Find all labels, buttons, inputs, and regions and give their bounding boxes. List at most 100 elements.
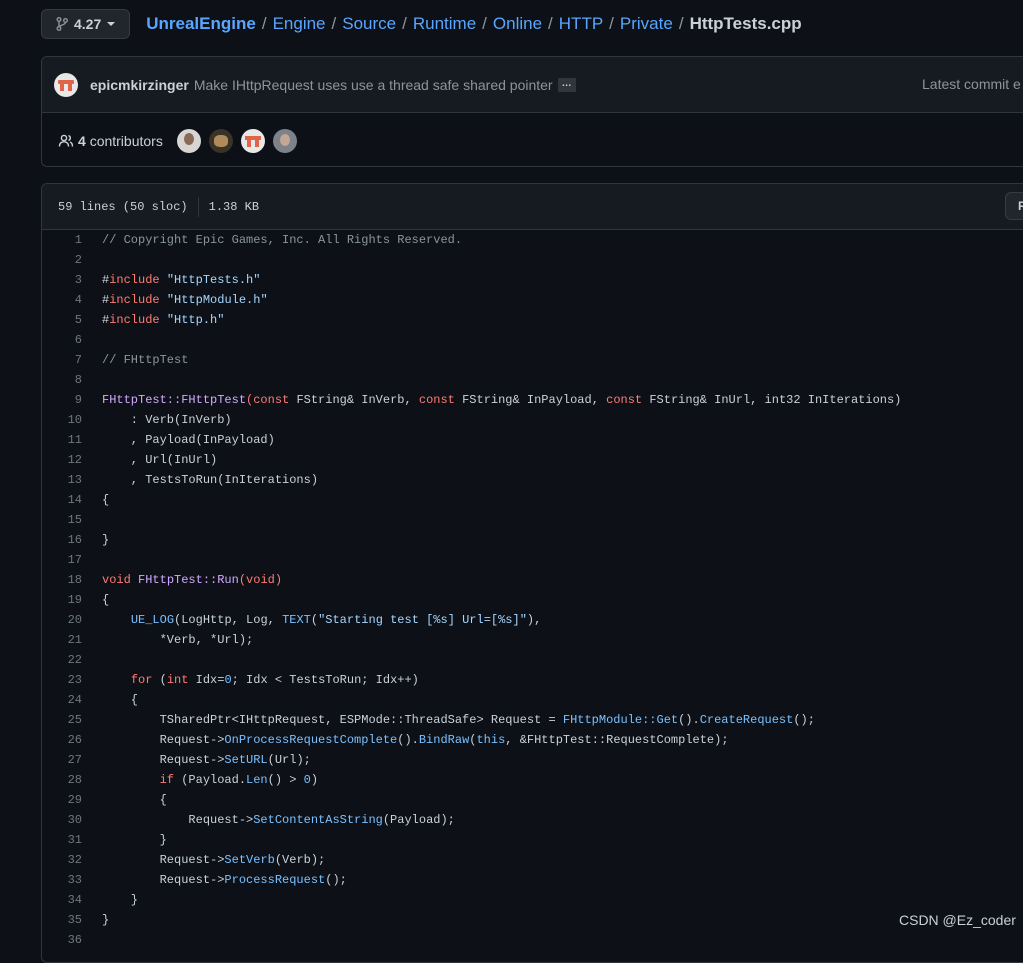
breadcrumb: UnrealEngine / Engine / Source / Runtime… [146,14,801,34]
line-number[interactable]: 27 [42,750,82,770]
line-number[interactable]: 24 [42,690,82,710]
line-number[interactable]: 6 [42,330,82,350]
line-number[interactable]: 31 [42,830,82,850]
code-line: 4 #include "HttpModule.h" [42,290,1023,310]
code-line: 14{ [42,490,1023,510]
latest-commit-row: epicmkirzinger Make IHttpRequest uses us… [42,57,1023,113]
breadcrumb-separator: / [609,14,614,33]
line-number[interactable]: 4 [42,290,82,310]
breadcrumb-link-http[interactable]: HTTP [559,14,603,34]
contributors-label: contributors [89,132,163,149]
line-number[interactable]: 26 [42,730,82,750]
line-number[interactable]: 35 [42,910,82,930]
code-line: 36 [42,930,1023,950]
code-line: 23 for (int Idx=0; Idx < TestsToRun; Idx… [42,670,1023,690]
code-line: 18 void FHttpTest::Run(void) [42,570,1023,590]
code-line: 9 FHttpTest::FHttpTest(const FString& InV… [42,390,1023,410]
code-line: 35} [42,910,1023,930]
breadcrumb-separator: / [482,14,487,33]
line-number[interactable]: 16 [42,530,82,550]
breadcrumb-link-runtime[interactable]: Runtime [413,14,476,34]
contributor-avatars [176,128,297,153]
line-number[interactable]: 25 [42,710,82,730]
line-number[interactable]: 22 [42,650,82,670]
line-number[interactable]: 5 [42,310,82,330]
code-line: 22 [42,650,1023,670]
commit-box: epicmkirzinger Make IHttpRequest uses us… [41,56,1023,167]
breadcrumb-link-source[interactable]: Source [342,14,396,34]
avatar[interactable] [240,128,265,153]
line-number[interactable]: 18 [42,570,82,590]
code-line: 31 } [42,830,1023,850]
line-number[interactable]: 11 [42,430,82,450]
breadcrumb-link-online[interactable]: Online [493,14,542,34]
contributors-count: 4 [78,132,86,149]
code-line: 27 Request->SetURL(Url); [42,750,1023,770]
line-number[interactable]: 12 [42,450,82,470]
people-icon [58,133,74,149]
code-line: 11 , Payload(InPayload) [42,430,1023,450]
code-line: 3 #include "HttpTests.h" [42,270,1023,290]
line-number[interactable]: 28 [42,770,82,790]
line-number[interactable]: 8 [42,370,82,390]
breadcrumb-link-engine[interactable]: Engine [273,14,326,34]
code-line: 13 , TestsToRun(InIterations) [42,470,1023,490]
line-number[interactable]: 13 [42,470,82,490]
line-number[interactable]: 7 [42,350,82,370]
file-info-header: 59 lines (50 sloc) 1.38 KB Raw [42,184,1023,230]
code-line: 32 Request->SetVerb(Verb); [42,850,1023,870]
code-line: 19{ [42,590,1023,610]
line-number[interactable]: 14 [42,490,82,510]
branch-select-button[interactable]: 4.27 [41,9,131,39]
line-number[interactable]: 21 [42,630,82,650]
commit-expand-button[interactable]: … [557,77,576,92]
line-number[interactable]: 30 [42,810,82,830]
breadcrumb-separator: / [402,14,407,33]
breadcrumb-link-private[interactable]: Private [620,14,673,34]
breadcrumb-separator: / [261,14,267,33]
line-number[interactable]: 23 [42,670,82,690]
code-line: 15 [42,510,1023,530]
code-line: 24 { [42,690,1023,710]
code-line: 2 [42,250,1023,270]
caret-down-icon [107,21,116,27]
code-line: 6 [42,330,1023,350]
breadcrumb-separator: / [678,14,684,33]
avatar[interactable] [54,72,78,97]
line-number[interactable]: 19 [42,590,82,610]
avatar[interactable] [176,128,201,153]
line-number[interactable]: 33 [42,870,82,890]
line-number[interactable]: 15 [42,510,82,530]
commit-message-link[interactable]: Make IHttpRequest uses use a thread safe… [194,77,553,93]
code-line: 1// Copyright Epic Games, Inc. All Right… [42,230,1023,250]
divider [197,196,199,217]
topbar: 4.27 UnrealEngine / Engine / Source / Ru… [41,8,802,40]
git-branch-icon [56,17,68,31]
line-number[interactable]: 29 [42,790,82,810]
code-view: 1// Copyright Epic Games, Inc. All Right… [42,230,1023,950]
contributors-link[interactable]: 4 contributors [78,133,163,149]
code-line: 29 { [42,790,1023,810]
line-number[interactable]: 9 [42,390,82,410]
branch-label: 4.27 [74,16,102,32]
line-number[interactable]: 17 [42,550,82,570]
avatar[interactable] [208,128,233,153]
code-line: 7// FHttpTest [42,350,1023,370]
breadcrumb-separator: / [331,14,337,33]
avatar[interactable] [272,128,297,153]
line-number[interactable]: 2 [42,250,82,270]
code-line: 34 } [42,890,1023,910]
line-number[interactable]: 36 [42,930,82,950]
line-number[interactable]: 20 [42,610,82,630]
breadcrumb-repo-link[interactable]: UnrealEngine [146,14,256,34]
line-number[interactable]: 10 [42,410,82,430]
code-line: 5 #include "Http.h" [42,310,1023,330]
raw-button[interactable]: Raw [1005,192,1023,220]
line-number[interactable]: 34 [42,890,82,910]
line-number[interactable]: 3 [42,270,82,290]
commit-author-link[interactable]: epicmkirzinger [90,77,189,93]
code-line: 16} [42,530,1023,550]
line-number[interactable]: 1 [42,230,82,250]
code-line: 20 UE_LOG(LogHttp, Log, TEXT("Starting t… [42,610,1023,630]
line-number[interactable]: 32 [42,850,82,870]
